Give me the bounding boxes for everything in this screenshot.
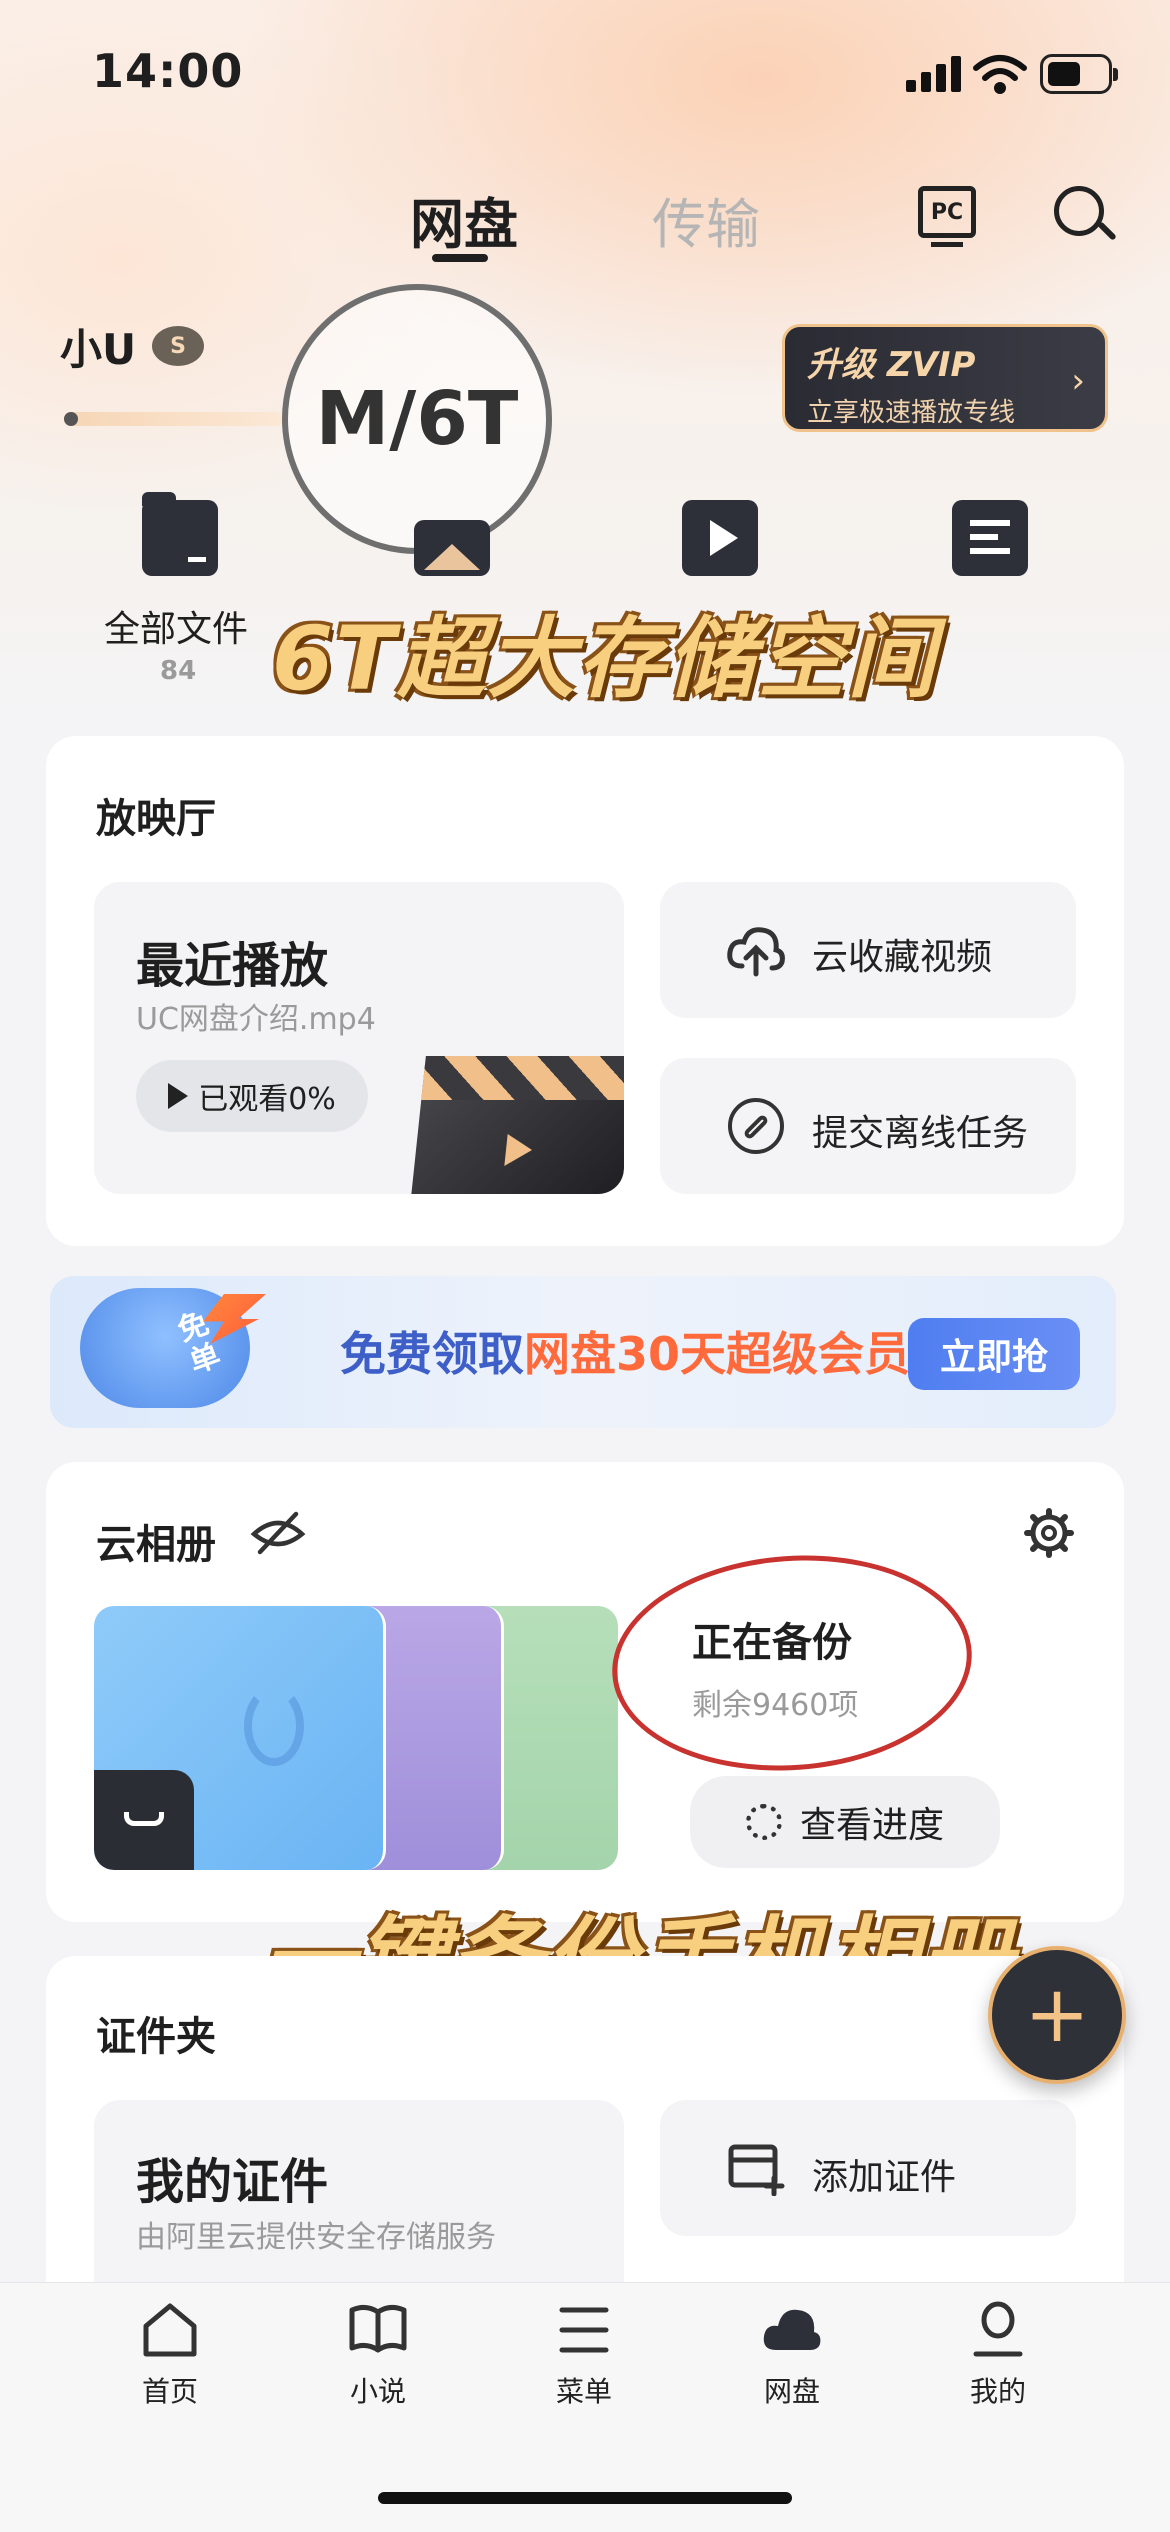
nav-home[interactable]: 首页 <box>110 2300 230 2410</box>
battery-icon <box>1040 54 1118 94</box>
nav-novel[interactable]: 小说 <box>318 2300 438 2410</box>
cloud-icon <box>763 2309 821 2350</box>
category-label-all-files[interactable]: 全部文件 <box>104 600 248 652</box>
pc-icon[interactable]: PC <box>918 186 976 247</box>
album-photo-1[interactable] <box>94 1606 386 1870</box>
loading-icon <box>745 1804 782 1840</box>
book-icon <box>349 2304 407 2353</box>
submit-offline-task-label: 提交离线任务 <box>812 1113 1029 1154</box>
view-progress-label: 查看进度 <box>799 1805 944 1846</box>
nav-home-label: 首页 <box>141 2375 198 2408</box>
ad-text-prefix: 免费领取 <box>340 1327 524 1381</box>
chevron-right-icon: › <box>1071 361 1085 401</box>
nav-profile[interactable]: 我的 <box>938 2300 1058 2410</box>
vip-subtitle: 立享极速播放专线 <box>807 398 1016 428</box>
storage-progress-dot <box>64 412 78 426</box>
link-icon <box>728 1098 784 1154</box>
clapperboard-icon <box>410 1056 624 1194</box>
active-tab-indicator <box>432 254 488 262</box>
level-badge: S <box>152 326 204 366</box>
ad-claim-button[interactable]: 立即抢 <box>908 1318 1080 1390</box>
category-count-all-files: 84 <box>160 656 197 686</box>
search-icon[interactable] <box>1054 186 1104 236</box>
user-name: 小U <box>60 325 137 374</box>
certificates-title: 证件夹 <box>96 2014 216 2060</box>
add-certificate-button[interactable]: 添加证件 <box>660 2100 1076 2236</box>
vip-upgrade-card[interactable]: 升级 ZVIP 立享极速播放专线 › <box>782 324 1108 432</box>
eye-off-icon[interactable] <box>250 1510 306 1556</box>
status-time: 14:00 <box>92 44 244 98</box>
play-icon <box>168 1083 189 1109</box>
profile-icon <box>973 2301 1023 2357</box>
recent-play-title: 最近播放 <box>136 938 329 994</box>
nav-menu-label: 菜单 <box>555 2375 612 2408</box>
gear-icon[interactable] <box>1024 1508 1074 1558</box>
ad-text: 免费领取网盘30天超级会员 <box>340 1318 910 1384</box>
vip-title: 升级 ZVIP <box>807 345 976 385</box>
promo-overlay-storage: 6T超大存储空间 <box>272 607 938 710</box>
home-indicator[interactable] <box>378 2492 792 2504</box>
cellular-signal-icon <box>906 56 962 92</box>
video-icon[interactable] <box>682 500 758 576</box>
recent-play-filename: UC网盘介绍.mp4 <box>136 1002 376 1037</box>
document-icon[interactable] <box>952 500 1028 576</box>
add-card-icon <box>728 2144 785 2196</box>
backup-remaining: 剩余9460项 <box>692 1688 859 1723</box>
tab-transfer[interactable]: 传输 <box>652 180 760 259</box>
cloud-favorite-video-label: 云收藏视频 <box>812 937 993 978</box>
album-title: 云相册 <box>96 1522 216 1568</box>
add-certificate-label: 添加证件 <box>812 2157 957 2198</box>
home-icon <box>143 2303 197 2357</box>
add-fab-button[interactable]: + <box>988 1946 1126 2084</box>
storage-progress-bar <box>64 412 284 426</box>
nav-netdisk-label: 网盘 <box>763 2375 820 2408</box>
cloud-favorite-video-button[interactable]: 云收藏视频 <box>660 882 1076 1018</box>
nav-novel-label: 小说 <box>349 2375 406 2408</box>
image-icon[interactable] <box>414 520 490 576</box>
tab-netdisk[interactable]: 网盘 <box>410 180 518 259</box>
view-progress-button[interactable]: 查看进度 <box>690 1776 1000 1868</box>
my-certificates-title: 我的证件 <box>136 2154 329 2210</box>
my-certificates-subtitle: 由阿里云提供安全存储服务 <box>136 2220 496 2255</box>
nav-profile-label: 我的 <box>969 2375 1026 2408</box>
wifi-icon <box>973 55 1027 94</box>
cloud-upload-icon <box>727 927 785 977</box>
theater-title: 放映厅 <box>96 796 216 842</box>
watched-progress-pill[interactable]: 已观看0% <box>136 1060 368 1132</box>
nav-netdisk[interactable]: 网盘 <box>732 2300 852 2410</box>
storage-magnifier: M/6T <box>282 284 552 554</box>
backup-status-title: 正在备份 <box>692 1620 852 1666</box>
ad-text-highlight: 网盘30天超级会员 <box>524 1327 911 1381</box>
folder-icon[interactable] <box>142 492 218 576</box>
recent-play-tile[interactable]: 最近播放 UC网盘介绍.mp4 已观看0% <box>94 882 624 1194</box>
photo-app-icon <box>94 1770 194 1870</box>
submit-offline-task-button[interactable]: 提交离线任务 <box>660 1058 1076 1194</box>
watched-progress-label: 已观看0% <box>198 1082 336 1117</box>
nav-menu[interactable]: 菜单 <box>524 2300 644 2410</box>
menu-icon <box>559 2307 609 2353</box>
